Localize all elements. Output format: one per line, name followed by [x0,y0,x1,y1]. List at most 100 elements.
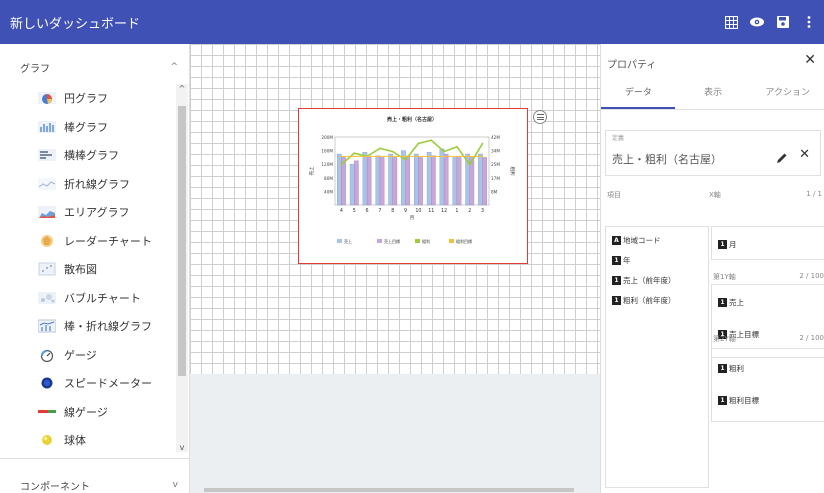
y1-axis-dropzone[interactable]: 1 売上 1 売上目標 [711,284,824,358]
x-axis-count: 1 / 1 [806,190,822,198]
y1-axis-label: 第1Y軸 [713,273,736,281]
axis-item-label: 粗利 [729,364,744,373]
line-point [481,142,484,145]
section-components-header[interactable]: コンポーネント v [0,468,190,493]
legend-label: 売上 [344,238,352,244]
legend-label: 粗利目標 [456,238,472,244]
field-label: 地域コード [623,236,661,245]
bar-sales-target [482,157,487,206]
bar-chart-icon [38,120,56,134]
y-axis-label: 売上 [308,166,315,175]
field-profit-prev[interactable]: 1 粗利（前年度） [612,295,676,306]
line-point [417,142,420,145]
preview-eye-icon[interactable] [750,15,764,29]
tab-data[interactable]: データ [601,78,676,108]
bar-sales [452,157,458,206]
palette-item-area[interactable]: エリアグラフ [0,198,176,227]
chevron-up-icon: ^ [170,62,178,72]
y-tick-label: 160M [321,149,333,154]
palette-item-label: スピードメーター [64,377,152,391]
x-axis-item-month[interactable]: 1月 [718,239,737,250]
properties-title: プロパティ [607,60,657,71]
palette-item-pie[interactable]: 円グラフ [0,84,176,113]
save-icon[interactable] [776,15,790,29]
line-point [443,150,445,153]
palette-scrollbar[interactable]: ^ v [176,84,188,452]
field-year[interactable]: 1年 [612,255,631,266]
palette-item-line[interactable]: 折れ線グラフ [0,170,176,199]
section-components-label: コンポーネント [20,481,90,493]
line-point [379,147,381,150]
palette-item-label: ゲージ [64,348,97,362]
field-sales-prev[interactable]: 1 売上（前年度） [612,275,676,286]
x-tick-label: 12 [441,208,447,214]
speedometer-icon [38,376,56,390]
palette-item-label: 球体 [64,434,86,448]
scroll-down-arrow-icon[interactable]: v [176,443,188,452]
y2-axis-item-profit[interactable]: 1 粗利 [718,363,744,374]
palette-item-speedometer[interactable]: スピードメーター [0,369,176,398]
bar-sales-target [431,155,436,206]
palette-item-bar[interactable]: 棒グラフ [0,113,176,142]
line-point [443,155,445,158]
line-point [340,163,343,166]
field-type-badge: 1 [612,256,621,265]
palette-item-label: 横棒グラフ [64,149,119,163]
scroll-up-arrow-icon[interactable]: ^ [176,84,188,93]
chart-widget[interactable]: 売上・粗利（名古屋） 200M 160M 120M 80M 40M 42M 34M 25M 17M… [298,108,528,264]
field-label: 粗利（前年度） [623,296,676,305]
x-tick-label: 7 [378,208,381,214]
bar-sales-target [418,157,423,206]
palette-item-bubble[interactable]: バブルチャート [0,284,176,313]
x-axis-dropzone[interactable]: 1月 [711,226,824,260]
canvas-horizontal-scrollbar[interactable] [190,486,600,493]
bar-sales [439,148,445,206]
more-vert-icon[interactable] [802,15,816,29]
palette-item-label: レーダーチャート [64,234,152,248]
y2-axis-item-profit-target[interactable]: 1 粗利目標 [718,395,759,406]
canvas-scroll-thumb[interactable] [204,488,574,492]
y1-axis-item-sales[interactable]: 1 売上 [718,297,744,308]
line-point [481,155,484,158]
tab-display[interactable]: 表示 [676,78,751,108]
bar-sales-target [366,157,372,206]
line-point [391,150,394,153]
widget-menu-button[interactable] [533,110,547,124]
x-axis-label: X軸 [709,191,721,199]
palette-item-radar[interactable]: レーダーチャート [0,227,176,256]
clear-definition-icon[interactable]: ✕ [799,147,810,162]
palette-item-gauge[interactable]: ゲージ [0,341,176,370]
legend-label: 粗利 [422,238,430,244]
field-type-badge: 1 [612,296,621,305]
section-graph-header[interactable]: グラフ ^ [0,50,190,84]
bar-sales [337,153,342,206]
palette-item-scatter[interactable]: 散布図 [0,255,176,284]
palette-scroll-thumb[interactable] [178,106,186,376]
bar-sales-target [392,157,398,206]
section-graph-label: グラフ [20,63,50,75]
palette-item-hbar[interactable]: 横棒グラフ [0,141,176,170]
bar-sales [414,153,419,206]
line-point [404,155,407,158]
y2-axis-dropzone[interactable]: 1 粗利 1 粗利目標 [711,348,824,422]
close-icon[interactable]: ✕ [804,52,816,68]
bar-sales [388,153,393,206]
gauge-icon [38,348,56,362]
area-chart-icon [38,205,56,219]
dashboard-title[interactable]: 新しいダッシュボード [10,13,140,32]
palette-item-combo[interactable]: 棒・折れ線グラフ [0,312,176,341]
palette-item-line-gauge[interactable]: 線ゲージ [0,398,176,427]
y2-axis-label: 第2Y軸 [713,335,736,343]
bar-sales-target [405,155,410,206]
chart-title: 売上・粗利（名古屋） [387,116,437,123]
x-tick-label: 8 [391,208,394,214]
canvas-empty-area[interactable] [190,374,600,493]
edit-pencil-icon[interactable] [776,149,788,168]
tab-action[interactable]: アクション [750,78,824,108]
dashboard-editor: 新しいダッシュボード グラフ ^ 円グラフ 棒グラフ 横棒グラフ 折れ線グラフ … [0,0,824,493]
grid-icon[interactable] [724,15,738,29]
palette-item-sphere[interactable]: 球体 [0,426,176,454]
field-region-code[interactable]: A 地域コード [612,235,661,246]
palette-item-label: 折れ線グラフ [64,177,130,191]
x-tick-label: 3 [481,208,484,214]
